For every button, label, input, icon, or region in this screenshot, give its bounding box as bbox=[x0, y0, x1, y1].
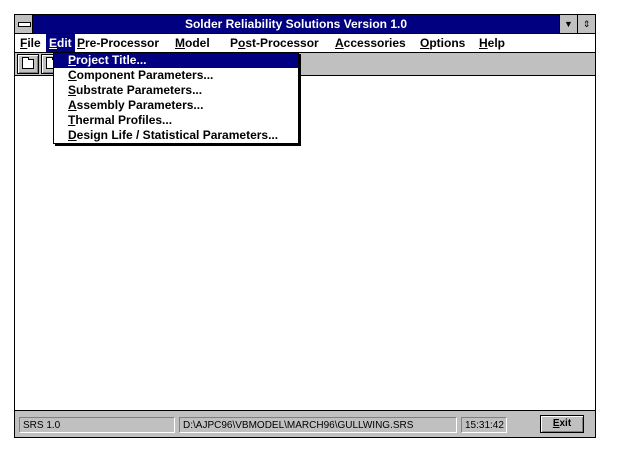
status-version: SRS 1.0 bbox=[19, 417, 175, 433]
status-bar: SRS 1.0 D:\AJPC96\VBMODEL\MARCH96\GULLWI… bbox=[15, 410, 595, 437]
menu-edit[interactable]: Edit bbox=[46, 34, 75, 52]
restore-button[interactable]: ⇕ bbox=[577, 15, 595, 33]
exit-button[interactable]: Exit bbox=[540, 415, 584, 433]
menu-accessories[interactable]: Accessories bbox=[332, 34, 409, 52]
app-window: Solder Reliability Solutions Version 1.0… bbox=[14, 14, 596, 438]
system-menu-button[interactable] bbox=[15, 15, 33, 33]
menu-bar: File Edit Pre-Processor Model Post-Proce… bbox=[15, 34, 595, 53]
menu-item-project-title[interactable]: Project Title... bbox=[54, 53, 298, 68]
title-bar: Solder Reliability Solutions Version 1.0… bbox=[15, 15, 595, 34]
menu-help[interactable]: Help bbox=[476, 34, 508, 52]
menu-item-design-life[interactable]: Design Life / Statistical Parameters... bbox=[54, 128, 298, 143]
menu-item-thermal-profiles[interactable]: Thermal Profiles... bbox=[54, 113, 298, 128]
menu-file[interactable]: File bbox=[17, 34, 44, 52]
menu-options[interactable]: Options bbox=[417, 34, 468, 52]
system-menu-icon bbox=[18, 22, 31, 27]
menu-post-processor[interactable]: Post-Processor bbox=[227, 34, 322, 52]
status-clock: 15:31:42 bbox=[461, 417, 507, 433]
minimize-button[interactable]: ▼ bbox=[559, 15, 577, 33]
menu-model[interactable]: Model bbox=[172, 34, 213, 52]
window-title: Solder Reliability Solutions Version 1.0 bbox=[184, 17, 408, 31]
folder-icon bbox=[22, 57, 34, 69]
edit-menu-dropdown: Project Title... Component Parameters...… bbox=[53, 52, 299, 144]
open-folder-button[interactable] bbox=[17, 54, 39, 74]
menu-item-substrate-parameters[interactable]: Substrate Parameters... bbox=[54, 83, 298, 98]
menu-item-component-parameters[interactable]: Component Parameters... bbox=[54, 68, 298, 83]
status-file-path: D:\AJPC96\VBMODEL\MARCH96\GULLWING.SRS bbox=[179, 417, 457, 433]
menu-pre-processor[interactable]: Pre-Processor bbox=[74, 34, 162, 52]
menu-item-assembly-parameters[interactable]: Assembly Parameters... bbox=[54, 98, 298, 113]
